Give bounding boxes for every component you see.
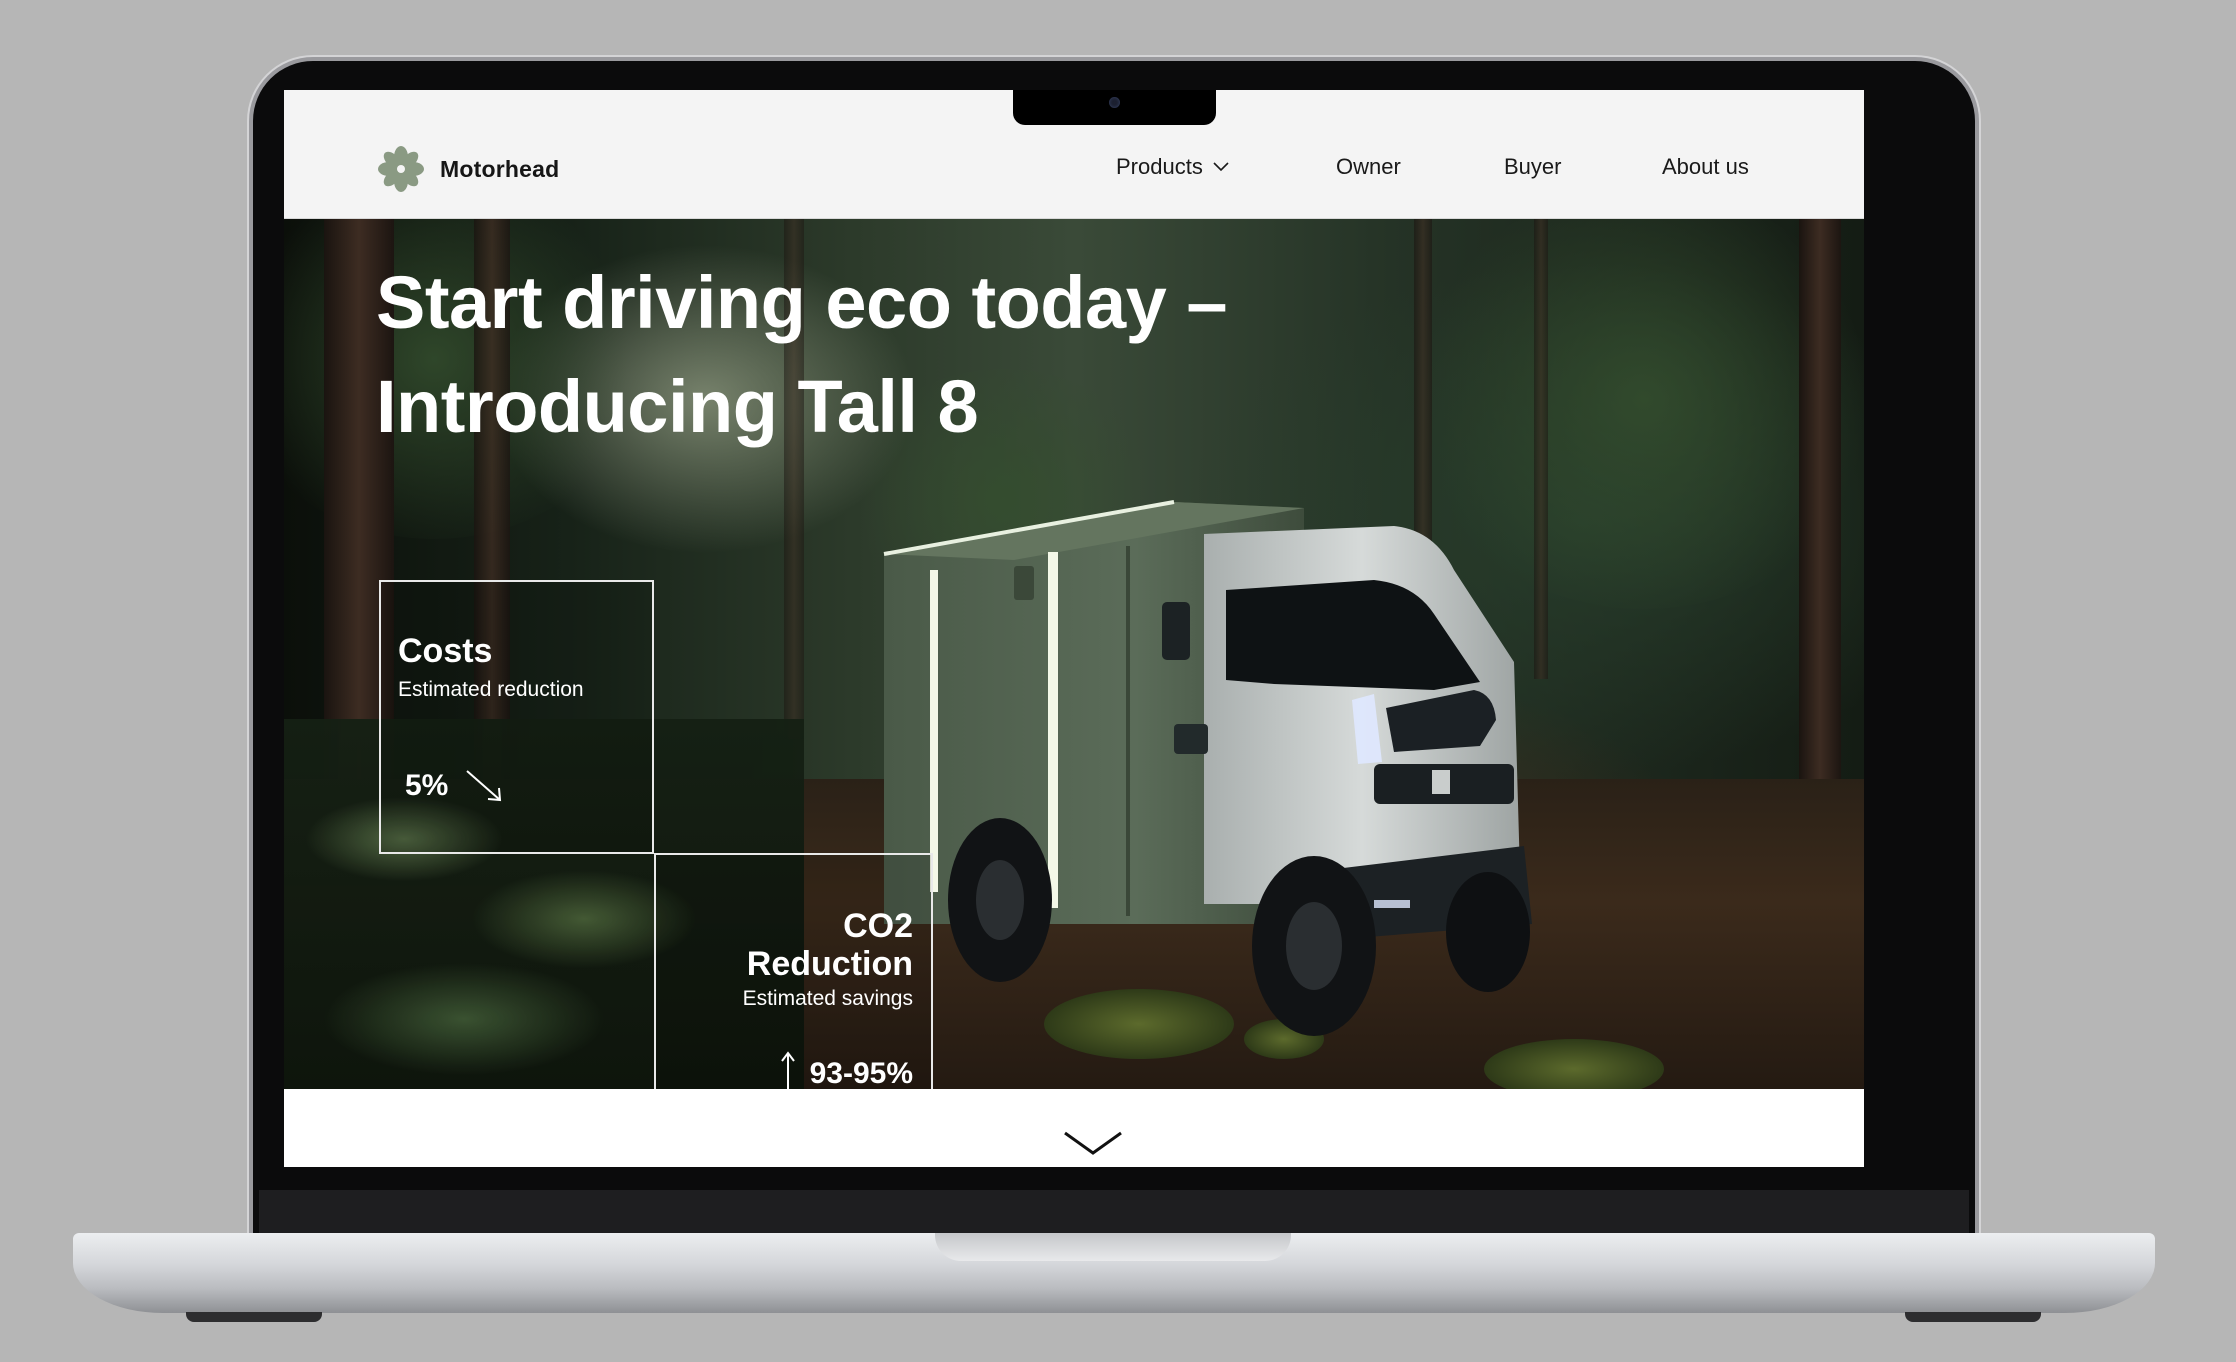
- stat-card-subtitle: Estimated reduction: [398, 678, 584, 701]
- stat-card-title: CO2 Reduction: [746, 907, 913, 983]
- hero-headline-line-2: Introducing Tall 8: [376, 365, 979, 448]
- nav-item-owner[interactable]: Owner: [1336, 154, 1401, 180]
- stat-card-value: 5%: [405, 768, 504, 804]
- chevron-down-icon[interactable]: [1063, 1129, 1123, 1157]
- laptop-foot-left: [186, 1312, 322, 1322]
- nav-item-label: Owner: [1336, 154, 1401, 179]
- main-nav: Products Owner Buyer About us: [284, 154, 1864, 184]
- stat-card-title: Costs: [398, 632, 493, 670]
- chevron-down-icon: [1213, 162, 1229, 172]
- stat-card-subtitle: Estimated savings: [742, 987, 913, 1010]
- scroll-indicator-area: [284, 1089, 1864, 1167]
- nav-item-buyer[interactable]: Buyer: [1504, 154, 1561, 180]
- laptop-foot-right: [1905, 1312, 2041, 1322]
- hero-headline-line-1: Start driving eco today –: [376, 261, 1228, 344]
- nav-item-label: Products: [1116, 154, 1203, 179]
- laptop-hinge: [259, 1190, 1969, 1234]
- stat-card-value: 93-95%: [780, 1051, 913, 1089]
- nav-item-label: Buyer: [1504, 154, 1562, 179]
- electric-truck-image: [883, 500, 1532, 1036]
- costs-value: 5%: [405, 769, 449, 802]
- laptop-screen: Motorhead Products Owner Buyer About us: [284, 90, 1864, 1167]
- nav-item-products[interactable]: Products: [1116, 154, 1229, 180]
- nav-item-label: About us: [1662, 154, 1749, 179]
- costs-stat-card: Costs Estimated reduction 5%: [379, 580, 654, 854]
- nav-item-about-us[interactable]: About us: [1662, 154, 1749, 180]
- hero-section: Start driving eco today – Introducing Ta…: [284, 219, 1864, 1089]
- arrow-down-right-icon: [466, 770, 502, 802]
- co2-stat-card: CO2 Reduction Estimated savings 93-95%: [654, 853, 933, 1089]
- camera-notch: [1013, 90, 1216, 125]
- hero-headline: Start driving eco today – Introducing Ta…: [376, 251, 1228, 459]
- arrow-up-icon: [780, 1051, 795, 1089]
- camera-icon: [1109, 97, 1120, 108]
- laptop-opening-notch: [935, 1233, 1291, 1261]
- co2-value: 93-95%: [809, 1057, 913, 1089]
